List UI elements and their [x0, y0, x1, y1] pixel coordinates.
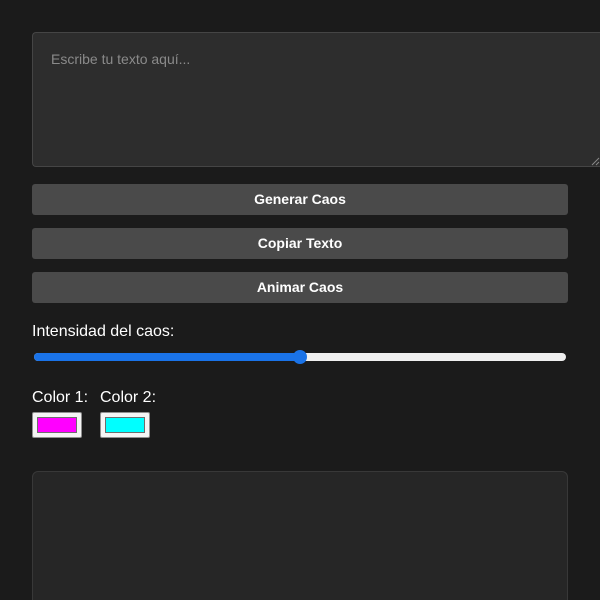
color-1-picker[interactable] — [32, 412, 82, 438]
color-2-label: Color 2: — [100, 389, 157, 406]
slider-fill — [34, 353, 300, 361]
color-1-label: Color 1: — [32, 389, 89, 406]
generate-chaos-button[interactable]: Generar Caos — [32, 184, 568, 215]
color-1-swatch — [37, 417, 77, 433]
resize-grip-icon[interactable] — [590, 156, 600, 166]
color-2-swatch — [105, 417, 145, 433]
slider-thumb[interactable] — [293, 350, 307, 364]
intensity-slider[interactable] — [34, 350, 566, 364]
intensity-label: Intensidad del caos: — [32, 323, 175, 340]
text-input[interactable] — [32, 32, 600, 167]
color-2-picker[interactable] — [100, 412, 150, 438]
animate-chaos-button[interactable]: Animar Caos — [32, 272, 568, 303]
output-area — [32, 471, 568, 600]
copy-text-button[interactable]: Copiar Texto — [32, 228, 568, 259]
chaos-text-app: Generar Caos Copiar Texto Animar Caos In… — [0, 0, 600, 600]
